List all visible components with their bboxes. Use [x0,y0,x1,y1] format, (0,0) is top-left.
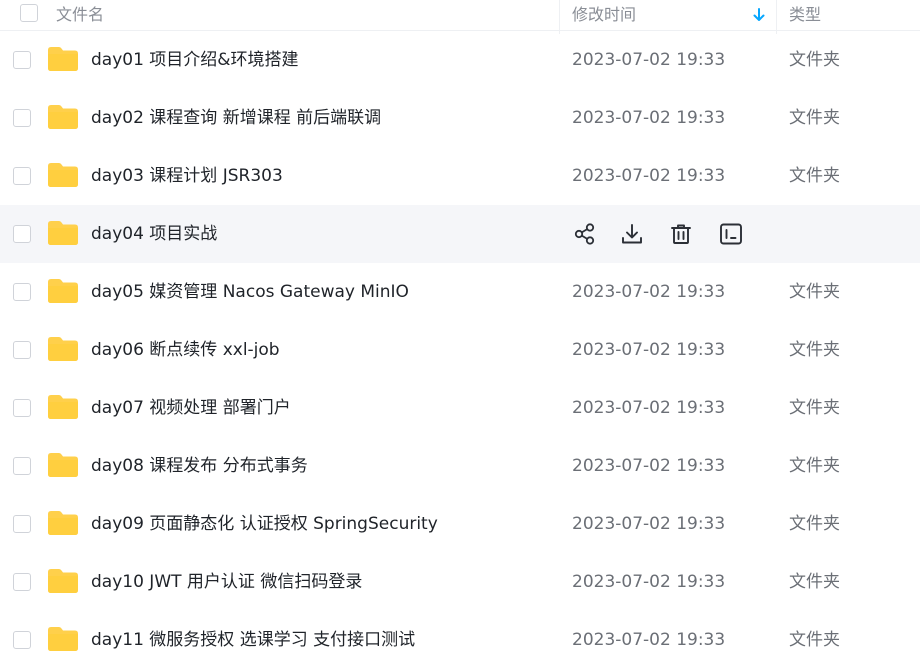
file-row[interactable]: day05 媒资管理 Nacos Gateway MinIO 2023-07-0… [0,263,920,321]
column-divider[interactable] [559,0,560,34]
file-name[interactable]: day04 项目实战 [91,205,217,263]
modified-time: 2023-07-02 19:33 [572,50,726,70]
file-type: 文件夹 [789,108,840,128]
row-checkbox[interactable] [13,109,31,127]
file-row[interactable]: day08 课程发布 分布式事务 2023-07-02 19:33 文件夹 [0,437,920,495]
file-name[interactable]: day05 媒资管理 Nacos Gateway MinIO [91,263,409,321]
file-name[interactable]: day02 课程查询 新增课程 前后端联调 [91,89,381,147]
file-row[interactable]: day04 项目实战 [0,205,920,263]
column-divider[interactable] [776,0,777,34]
file-name[interactable]: day10 JWT 用户认证 微信扫码登录 [91,553,362,611]
column-header-type[interactable]: 类型 [789,0,821,30]
modified-time: 2023-07-02 19:33 [572,282,726,302]
row-checkbox[interactable] [13,167,31,185]
delete-icon[interactable] [668,221,694,247]
row-checkbox[interactable] [13,457,31,475]
file-name[interactable]: day11 微服务授权 选课学习 支付接口测试 [91,611,415,669]
file-type: 文件夹 [789,630,840,650]
file-row[interactable]: day06 断点续传 xxl-job 2023-07-02 19:33 文件夹 [0,321,920,379]
modified-time: 2023-07-02 19:33 [572,166,726,186]
folder-icon [48,221,78,245]
file-name[interactable]: day01 项目介绍&环境搭建 [91,31,299,89]
file-type: 文件夹 [789,514,840,534]
file-rows: day01 项目介绍&环境搭建 2023-07-02 19:33 文件夹 day… [0,31,920,669]
modified-time: 2023-07-02 19:33 [572,630,726,650]
list-header: 文件名 修改时间 类型 [0,0,920,34]
modified-time: 2023-07-02 19:33 [572,456,726,476]
modified-time: 2023-07-02 19:33 [572,398,726,418]
folder-icon [48,453,78,477]
folder-icon [48,163,78,187]
file-type: 文件夹 [789,572,840,592]
file-list: 文件名 修改时间 类型 day01 项目介绍&环境搭建 2023-07-02 1… [0,0,920,669]
row-checkbox[interactable] [13,631,31,649]
modified-time: 2023-07-02 19:33 [572,340,726,360]
row-checkbox[interactable] [13,51,31,69]
row-checkbox[interactable] [13,283,31,301]
file-type: 文件夹 [789,398,840,418]
terminal-icon[interactable] [718,221,744,247]
file-type: 文件夹 [789,50,840,70]
file-name[interactable]: day08 课程发布 分布式事务 [91,437,308,495]
row-checkbox[interactable] [13,573,31,591]
folder-icon [48,569,78,593]
folder-icon [48,627,78,651]
row-checkbox[interactable] [13,225,31,243]
folder-icon [48,337,78,361]
modified-time: 2023-07-02 19:33 [572,108,726,128]
arrow-down-icon[interactable] [752,6,766,24]
row-checkbox[interactable] [13,515,31,533]
file-type: 文件夹 [789,282,840,302]
file-row[interactable]: day01 项目介绍&环境搭建 2023-07-02 19:33 文件夹 [0,31,920,89]
select-all-checkbox[interactable] [20,4,38,22]
row-checkbox[interactable] [13,341,31,359]
folder-icon [48,395,78,419]
download-icon[interactable] [619,221,645,247]
column-header-time[interactable]: 修改时间 [572,0,636,30]
row-checkbox[interactable] [13,399,31,417]
modified-time: 2023-07-02 19:33 [572,514,726,534]
file-row[interactable]: day07 视频处理 部署门户 2023-07-02 19:33 文件夹 [0,379,920,437]
file-name[interactable]: day09 页面静态化 认证授权 SpringSecurity [91,495,438,553]
file-row[interactable]: day11 微服务授权 选课学习 支付接口测试 2023-07-02 19:33… [0,611,920,669]
file-type: 文件夹 [789,166,840,186]
file-row[interactable]: day02 课程查询 新增课程 前后端联调 2023-07-02 19:33 文… [0,89,920,147]
file-name[interactable]: day03 课程计划 JSR303 [91,147,283,205]
file-type: 文件夹 [789,456,840,476]
folder-icon [48,279,78,303]
file-row[interactable]: day10 JWT 用户认证 微信扫码登录 2023-07-02 19:33 文… [0,553,920,611]
file-row[interactable]: day09 页面静态化 认证授权 SpringSecurity 2023-07-… [0,495,920,553]
folder-icon [48,105,78,129]
file-type: 文件夹 [789,340,840,360]
folder-icon [48,47,78,71]
column-header-name[interactable]: 文件名 [56,0,104,30]
file-name[interactable]: day07 视频处理 部署门户 [91,379,291,437]
file-row[interactable]: day03 课程计划 JSR303 2023-07-02 19:33 文件夹 [0,147,920,205]
share-icon[interactable] [572,221,598,247]
file-name[interactable]: day06 断点续传 xxl-job [91,321,280,379]
folder-icon [48,511,78,535]
modified-time: 2023-07-02 19:33 [572,572,726,592]
